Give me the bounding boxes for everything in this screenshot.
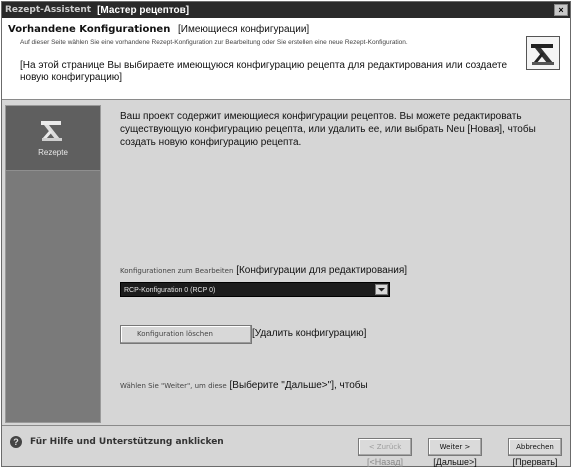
back-label-ru: [<Назад] [366, 457, 404, 467]
window-title-ru: [Мастер рецептов] [97, 4, 190, 16]
main-content: Ваш проект содержит имеющиеся конфигурац… [102, 100, 570, 424]
intro-text: Ваш проект содержит имеющиеся конфигурац… [120, 111, 536, 148]
cancel-button[interactable]: Abbrechen [508, 438, 562, 456]
config-selected-value: RCP-Konfiguration 0 (RCP 0) [124, 287, 216, 294]
config-list-label: Konfigurationen zum Bearbeiten [Конфигур… [120, 265, 407, 276]
config-select[interactable]: RCP-Konfiguration 0 (RCP 0) [120, 282, 390, 297]
help-text: Für Hilfe und Unterstützung anklicken [30, 437, 224, 447]
config-label-de: Konfigurationen zum Bearbeiten [120, 267, 234, 275]
config-label-ru: [Конфигурации для редактирования] [236, 265, 408, 276]
footer-divider [2, 425, 570, 426]
page-description-de: Auf dieser Seite wählen Sie eine vorhand… [20, 39, 408, 46]
title-bar: Rezept-Assistent [Мастер рецептов] × [2, 2, 570, 18]
delete-config-button[interactable]: Konfiguration löschen [120, 325, 252, 344]
next-hint-text: Wählen Sie "Weiter", um diese [Выберите … [120, 380, 368, 391]
next-button[interactable]: Weiter > [428, 438, 482, 456]
recipes-icon [38, 118, 66, 144]
help-link[interactable]: ? Für Hilfe und Unterstützung anklicken [10, 436, 224, 448]
chevron-down-icon[interactable] [375, 284, 388, 295]
page-description-ru: [На этой странице Вы выбираете имеющуюся… [20, 60, 508, 83]
help-icon: ? [10, 436, 22, 448]
window-title-de: Rezept-Assistent [5, 5, 92, 15]
next-hint-de: Wählen Sie "Weiter", um diese [120, 382, 227, 390]
close-icon: × [558, 5, 564, 15]
sidebar: Rezepte [5, 105, 101, 423]
next-label-ru: [Дальше>] [433, 457, 477, 467]
sidebar-item-recipes[interactable]: Rezepte [6, 106, 100, 171]
page-title-de: Vorhandene Konfigurationen [8, 24, 171, 35]
back-button[interactable]: < Zurück [358, 438, 412, 456]
next-hint-ru: [Выберите "Дальше>"], чтобы [229, 380, 368, 391]
delete-config-label-ru: [Удалить конфигурацию] [252, 328, 367, 339]
wizard-window: Rezept-Assistent [Мастер рецептов] × Vor… [1, 1, 571, 467]
recipe-wizard-icon [526, 36, 560, 70]
wizard-header: Vorhandene Konfigurationen [Имеющиеся ко… [2, 18, 570, 100]
page-title-ru: [Имеющиеся конфигурации] [178, 24, 310, 35]
sidebar-item-label: Rezepte [38, 148, 68, 157]
close-button[interactable]: × [554, 4, 568, 16]
cancel-label-ru: [Прервать] [512, 457, 558, 467]
